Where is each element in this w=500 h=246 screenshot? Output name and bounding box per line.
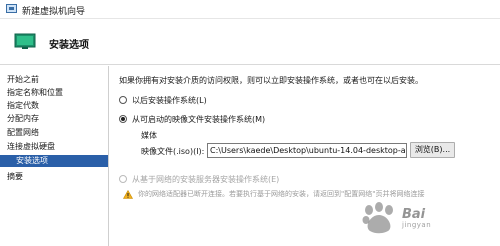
install-later-label[interactable]: 以后安装操作系统(L) xyxy=(132,95,207,106)
window-title: 新建虚拟机向导 xyxy=(22,7,86,17)
sidebar-item-generation[interactable]: 指定代数 xyxy=(0,100,108,112)
sidebar-item-memory[interactable]: 分配内存 xyxy=(0,113,108,125)
image-file-label: 映像文件(.iso)(I): xyxy=(141,147,205,156)
watermark-text-block: Bai jingyan xyxy=(402,208,431,229)
wizard-steps-sidebar: 开始之前 指定名称和位置 指定代数 分配内存 配置网络 连接虚拟硬盘 安装选项 … xyxy=(0,66,109,246)
page-title: 安装选项 xyxy=(49,40,89,51)
media-group-title: 媒体 xyxy=(141,131,157,140)
install-later-option[interactable]: 以后安装操作系统(L) xyxy=(119,94,207,106)
title-bar: 新建虚拟机向导 xyxy=(0,0,500,19)
intro-text: 如果你拥有对安装介质的访问权限，则可以立即安装操作系统，或者也可在以后安装。 xyxy=(119,76,423,85)
install-options-icon xyxy=(14,33,36,49)
install-from-image-label[interactable]: 从可启动的映像文件安装操作系统(M) xyxy=(132,114,265,125)
hyper-v-app-icon xyxy=(6,4,17,13)
install-from-network-radio xyxy=(119,175,127,183)
install-from-network-label: 从基于网络的安装服务器安装操作系统(E) xyxy=(132,174,280,184)
sidebar-item-installation-options[interactable]: 安装选项 xyxy=(0,155,108,167)
sidebar-item-networking[interactable]: 配置网络 xyxy=(0,127,108,139)
watermark-text: Bai xyxy=(402,206,426,222)
image-file-path-input[interactable]: C:\Users\kaede\Desktop\ubuntu-14.04-desk… xyxy=(207,143,407,158)
baidu-watermark: Bai jingyan xyxy=(360,198,496,238)
install-from-network-option: 从基于网络的安装服务器安装操作系统(E) xyxy=(119,173,279,185)
install-later-radio[interactable] xyxy=(119,96,127,104)
install-from-image-option[interactable]: 从可启动的映像文件安装操作系统(M) xyxy=(119,113,265,125)
baidu-paw-logo xyxy=(362,202,393,234)
warning-icon xyxy=(123,189,133,199)
browse-button[interactable]: 浏览(B)... xyxy=(410,142,455,158)
sidebar-item-name-and-location[interactable]: 指定名称和位置 xyxy=(0,87,108,99)
sidebar-item-summary[interactable]: 摘要 xyxy=(0,171,108,183)
wizard-header: 安装选项 xyxy=(0,19,500,65)
watermark-subtext: jingyan xyxy=(402,220,432,229)
sidebar-item-virtual-hard-disk[interactable]: 连接虚拟硬盘 xyxy=(0,141,108,153)
sidebar-item-before-you-begin[interactable]: 开始之前 xyxy=(0,74,108,86)
install-from-image-radio[interactable] xyxy=(119,115,127,123)
